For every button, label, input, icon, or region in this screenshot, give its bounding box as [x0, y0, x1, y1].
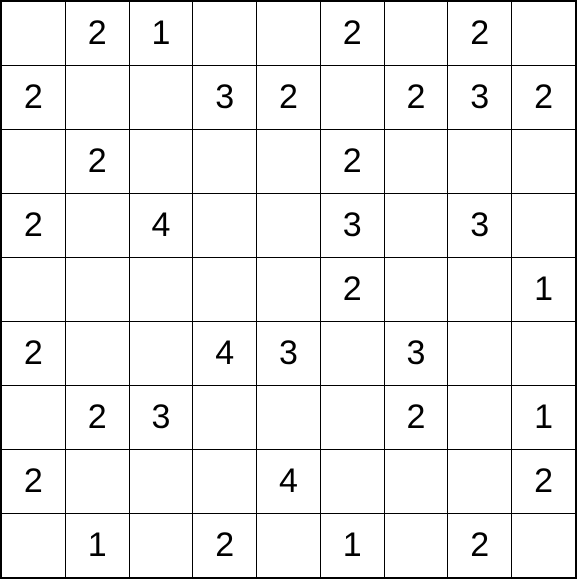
grid-cell[interactable]: [65, 66, 129, 130]
grid-cell[interactable]: 2: [320, 130, 384, 194]
grid-cell[interactable]: [512, 514, 576, 579]
grid-cell[interactable]: [129, 258, 193, 322]
grid-cell[interactable]: 1: [512, 386, 576, 450]
grid-cell[interactable]: 4: [129, 194, 193, 258]
grid-cell[interactable]: [65, 322, 129, 386]
grid-cell[interactable]: 2: [1, 322, 65, 386]
grid-cell[interactable]: [257, 514, 321, 579]
grid-cell[interactable]: 2: [65, 1, 129, 66]
grid-cell[interactable]: [129, 130, 193, 194]
grid-cell[interactable]: [448, 130, 512, 194]
grid-cell[interactable]: 1: [65, 514, 129, 579]
grid-cell[interactable]: 1: [320, 514, 384, 579]
grid-cell[interactable]: 2: [1, 194, 65, 258]
grid-cell[interactable]: [448, 450, 512, 514]
grid-cell[interactable]: [320, 66, 384, 130]
grid-cell[interactable]: [384, 1, 448, 66]
grid-cell[interactable]: [512, 322, 576, 386]
grid-cell[interactable]: 1: [512, 258, 576, 322]
grid-cell[interactable]: 2: [1, 450, 65, 514]
grid-cell[interactable]: [193, 130, 257, 194]
grid-cell[interactable]: [65, 194, 129, 258]
grid-cell[interactable]: [320, 386, 384, 450]
grid-cell[interactable]: 2: [257, 66, 321, 130]
grid-cell[interactable]: [65, 258, 129, 322]
grid-cell[interactable]: [257, 386, 321, 450]
grid-cell[interactable]: 2: [320, 1, 384, 66]
grid-cell[interactable]: [129, 66, 193, 130]
grid-row: 1 2 1 2: [1, 514, 576, 579]
grid-cell[interactable]: [193, 450, 257, 514]
grid-cell[interactable]: 3: [193, 66, 257, 130]
grid-cell[interactable]: 2: [193, 514, 257, 579]
grid-cell[interactable]: 3: [448, 194, 512, 258]
grid-cell[interactable]: 2: [512, 66, 576, 130]
grid-cell[interactable]: 3: [129, 386, 193, 450]
grid-cell[interactable]: [320, 450, 384, 514]
grid-cell[interactable]: [257, 258, 321, 322]
grid-cell[interactable]: [384, 514, 448, 579]
grid-cell[interactable]: 2: [65, 386, 129, 450]
grid-cell[interactable]: [512, 130, 576, 194]
grid-cell[interactable]: [1, 130, 65, 194]
grid-cell[interactable]: [1, 514, 65, 579]
grid-row: 2 3 2 2 3 2: [1, 66, 576, 130]
grid-cell[interactable]: [1, 1, 65, 66]
grid-cell[interactable]: [384, 194, 448, 258]
grid-cell[interactable]: [320, 322, 384, 386]
grid-cell[interactable]: 4: [193, 322, 257, 386]
grid-cell[interactable]: [65, 450, 129, 514]
grid-cell[interactable]: [129, 450, 193, 514]
puzzle-grid: 2 1 2 2 2 3 2 2 3 2 2 2: [0, 0, 577, 579]
grid-cell[interactable]: 2: [384, 66, 448, 130]
grid-cell[interactable]: 1: [129, 1, 193, 66]
grid-cell[interactable]: 3: [257, 322, 321, 386]
grid-cell[interactable]: [193, 194, 257, 258]
grid-cell[interactable]: 2: [1, 66, 65, 130]
grid-cell[interactable]: [384, 450, 448, 514]
grid-cell[interactable]: 2: [512, 450, 576, 514]
grid-cell[interactable]: 4: [257, 450, 321, 514]
grid-body: 2 1 2 2 2 3 2 2 3 2 2 2: [1, 1, 576, 578]
grid-cell[interactable]: 2: [448, 1, 512, 66]
grid-cell[interactable]: [193, 1, 257, 66]
grid-cell[interactable]: 2: [320, 258, 384, 322]
grid-cell[interactable]: [257, 1, 321, 66]
grid-row: 2 2: [1, 130, 576, 194]
grid-cell[interactable]: [448, 322, 512, 386]
grid-cell[interactable]: [384, 130, 448, 194]
grid-cell[interactable]: [512, 1, 576, 66]
grid-cell[interactable]: [448, 386, 512, 450]
grid-cell[interactable]: 2: [448, 514, 512, 579]
grid-row: 2 1 2 2: [1, 1, 576, 66]
grid-cell[interactable]: [129, 514, 193, 579]
grid-row: 2 4 2: [1, 450, 576, 514]
grid-cell[interactable]: [257, 130, 321, 194]
grid-cell[interactable]: [448, 258, 512, 322]
grid-row: 2 3 2 1: [1, 386, 576, 450]
grid-cell[interactable]: 3: [384, 322, 448, 386]
grid-cell[interactable]: [1, 258, 65, 322]
grid-cell[interactable]: [193, 258, 257, 322]
grid-cell[interactable]: [129, 322, 193, 386]
grid-cell[interactable]: 2: [384, 386, 448, 450]
grid-cell[interactable]: [193, 386, 257, 450]
grid-row: 2 1: [1, 258, 576, 322]
grid-cell[interactable]: [257, 194, 321, 258]
grid-cell[interactable]: [1, 386, 65, 450]
grid-cell[interactable]: 2: [65, 130, 129, 194]
grid-cell[interactable]: 3: [448, 66, 512, 130]
grid-cell[interactable]: [512, 194, 576, 258]
grid-cell[interactable]: 3: [320, 194, 384, 258]
grid-row: 2 4 3 3: [1, 194, 576, 258]
grid-cell[interactable]: [384, 258, 448, 322]
grid-row: 2 4 3 3: [1, 322, 576, 386]
